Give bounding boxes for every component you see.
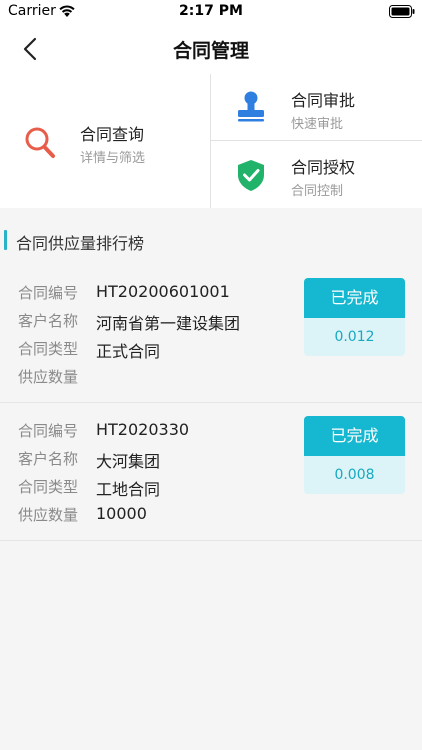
nav-bar: 合同管理 bbox=[0, 24, 422, 74]
contract-type-value: 工地合同 bbox=[96, 480, 161, 499]
customer-value: 大河集团 bbox=[96, 452, 161, 471]
search-icon bbox=[25, 127, 55, 158]
page-title: 合同管理 bbox=[172, 40, 249, 62]
contract-type-label: 合同类型 bbox=[18, 478, 79, 496]
contract-query-button[interactable]: 合同查询 详情与筛选 bbox=[0, 74, 210, 208]
stamp-icon bbox=[238, 91, 264, 122]
contract-approval-title: 合同审批 bbox=[291, 91, 356, 110]
contract-query-title: 合同查询 bbox=[80, 125, 145, 144]
contract-query-subtitle: 详情与筛选 bbox=[80, 151, 146, 166]
contract-authorization-subtitle: 合同控制 bbox=[291, 184, 344, 199]
customer-label: 客户名称 bbox=[18, 312, 79, 330]
contract-approval-button[interactable]: 合同审批 快速审批 bbox=[211, 74, 422, 140]
contract-authorization-button[interactable]: 合同授权 合同控制 bbox=[211, 141, 422, 208]
contract-card[interactable]: 合同编号 HT20200601001 客户名称 河南省第一建设集团 合同类型 正… bbox=[0, 265, 422, 403]
ranking-header: 合同供应量排行榜 bbox=[0, 216, 422, 264]
quantity-label: 供应数量 bbox=[18, 506, 79, 524]
contract-type-label: 合同类型 bbox=[18, 340, 79, 358]
shield-icon bbox=[238, 160, 264, 191]
contract-type-value: 正式合同 bbox=[96, 342, 161, 361]
clock: 2:17 PM bbox=[179, 3, 243, 19]
section-accent-bar bbox=[4, 230, 7, 250]
card-divider bbox=[0, 540, 422, 541]
contract-authorization-title: 合同授权 bbox=[291, 158, 356, 177]
quantity-label: 供应数量 bbox=[18, 368, 79, 386]
quantity-value: 10000 bbox=[96, 504, 147, 523]
status-bar: Carrier 2:17 PM bbox=[0, 0, 422, 24]
contract-no-value: HT20200601001 bbox=[96, 282, 230, 301]
contract-approval-subtitle: 快速审批 bbox=[291, 117, 344, 132]
ranking-title: 合同供应量排行榜 bbox=[16, 234, 145, 253]
status-badge: 已完成 bbox=[304, 278, 405, 318]
status-badge: 已完成 bbox=[304, 416, 405, 456]
function-panel: 合同查询 详情与筛选 合同审批 快速审批 合同授权 合同控制 bbox=[0, 74, 422, 208]
amount-value: 0.012 bbox=[304, 318, 405, 356]
contract-no-value: HT2020330 bbox=[96, 420, 190, 439]
customer-value: 河南省第一建设集团 bbox=[96, 314, 241, 333]
amount-value: 0.008 bbox=[304, 456, 405, 494]
contract-card[interactable]: 合同编号 HT2020330 客户名称 大河集团 合同类型 工地合同 供应数量 … bbox=[0, 403, 422, 541]
contract-no-label: 合同编号 bbox=[18, 422, 79, 440]
contract-no-label: 合同编号 bbox=[18, 284, 79, 302]
battery-icon bbox=[389, 5, 415, 18]
customer-label: 客户名称 bbox=[18, 450, 79, 468]
